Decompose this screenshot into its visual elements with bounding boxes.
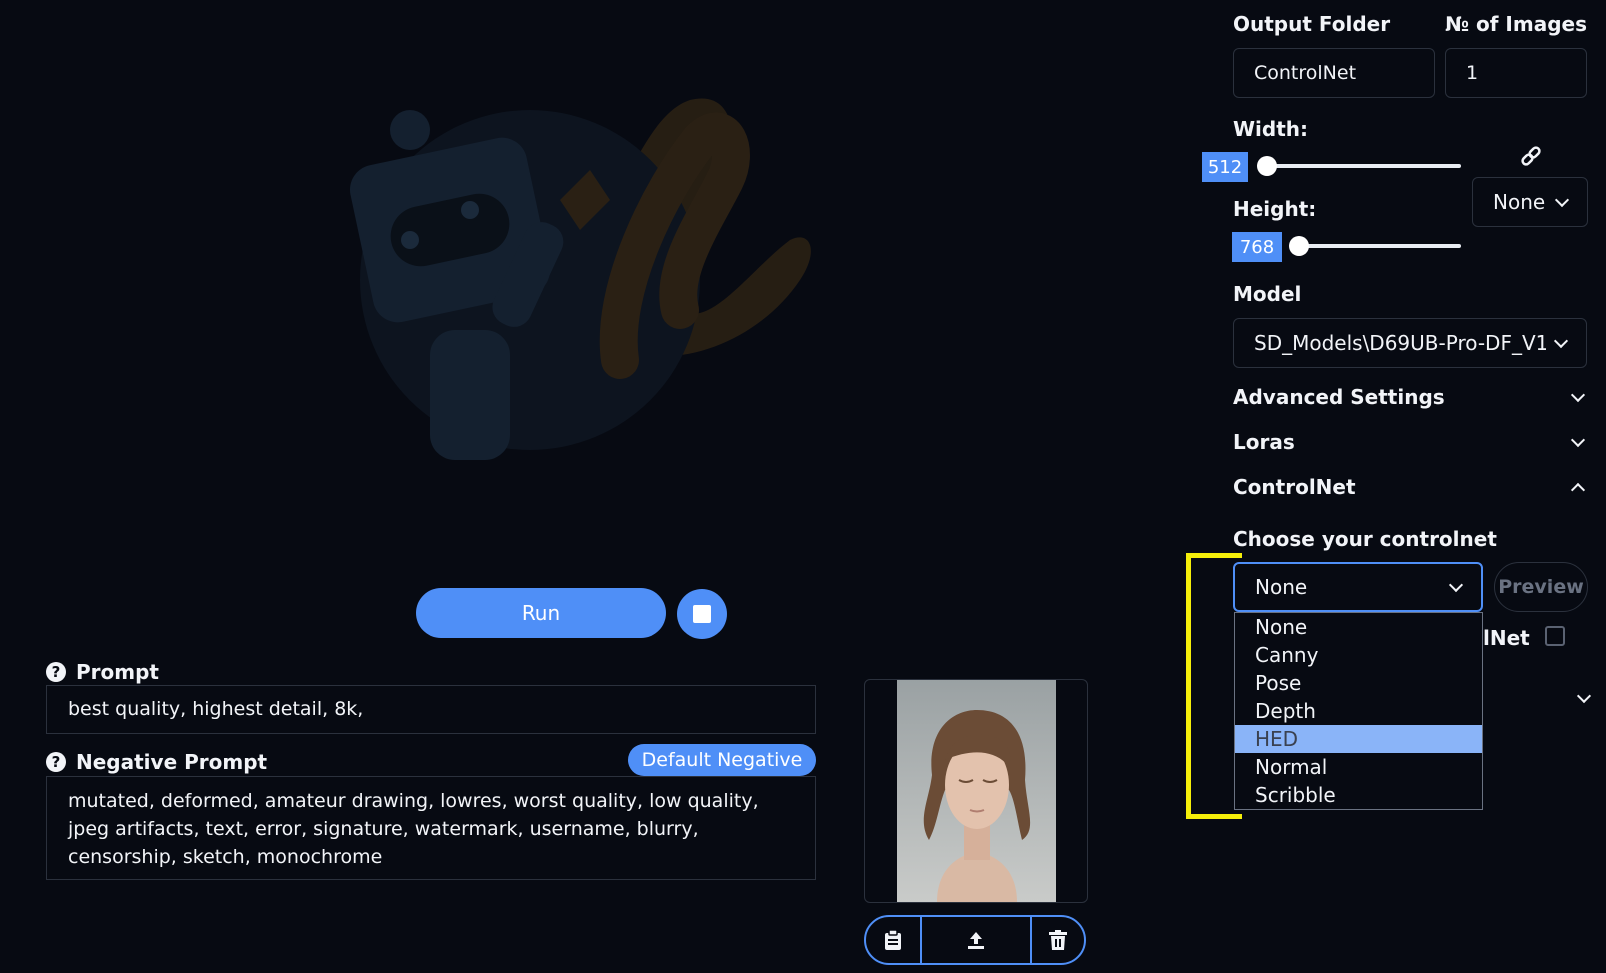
model-select[interactable]: SD_Models\D69UB-Pro-DF_V1-4. (1233, 318, 1587, 368)
input-image-frame[interactable] (864, 679, 1088, 903)
dropdown-option-scribble[interactable]: Scribble (1235, 781, 1482, 809)
logo-eye-left (401, 231, 419, 249)
clipboard-icon (885, 930, 901, 950)
chevron-down-icon (1554, 192, 1570, 207)
width-slider-track[interactable] (1265, 164, 1461, 168)
image-toolbar (864, 915, 1086, 965)
num-images-label: № of Images (1445, 12, 1587, 36)
controlnet-select-value: None (1255, 575, 1308, 599)
aspect-ratio-select[interactable]: None (1472, 177, 1588, 227)
logo-antenna (390, 110, 430, 150)
height-slider-track[interactable] (1295, 244, 1461, 248)
model-label: Model (1233, 282, 1302, 306)
loras-section[interactable]: Loras (1233, 430, 1586, 454)
negative-label-row: ? Negative Prompt (46, 750, 267, 774)
logo-eye-right (461, 201, 479, 219)
highlight-marker (1186, 553, 1242, 819)
choose-controlnet-label: Choose your controlnet (1233, 527, 1497, 551)
model-value: SD_Models\D69UB-Pro-DF_V1-4. (1254, 331, 1546, 355)
advanced-settings-label: Advanced Settings (1233, 385, 1445, 409)
dropdown-option-canny[interactable]: Canny (1235, 641, 1482, 669)
portrait-image (897, 680, 1056, 902)
delete-image-button[interactable] (1032, 917, 1084, 963)
run-button[interactable]: Run (416, 588, 666, 638)
negative-prompt-input[interactable]: mutated, deformed, amateur drawing, lowr… (46, 776, 816, 880)
dropdown-option-pose[interactable]: Pose (1235, 669, 1482, 697)
controlnet-label: ControlNet (1233, 475, 1356, 499)
negative-prompt-label: Negative Prompt (76, 750, 268, 774)
help-icon[interactable]: ? (46, 662, 66, 682)
link-icon[interactable] (1520, 146, 1542, 168)
chevron-down-icon (1570, 387, 1586, 402)
chevron-down-icon (1553, 333, 1569, 348)
preview-button[interactable]: Preview (1494, 562, 1588, 612)
controlnet-select[interactable]: None (1233, 562, 1483, 612)
logo-robot-body (430, 330, 510, 460)
dropdown-option-none[interactable]: None (1235, 613, 1482, 641)
controlnet-option-label: lNet (1483, 626, 1530, 650)
chevron-down-icon (1448, 577, 1464, 592)
stop-button[interactable] (677, 589, 727, 639)
help-icon[interactable]: ? (46, 752, 66, 772)
width-slider-thumb[interactable] (1257, 156, 1277, 176)
width-label: Width: (1233, 117, 1309, 141)
app-logo (349, 98, 811, 460)
height-label: Height: (1233, 197, 1317, 221)
aspect-ratio-value: None (1493, 190, 1546, 214)
prompt-label-row: ? Prompt (46, 660, 159, 684)
upload-button[interactable] (922, 917, 1032, 963)
loras-label: Loras (1233, 430, 1295, 454)
chevron-down-icon (1570, 432, 1586, 447)
advanced-settings-section[interactable]: Advanced Settings (1233, 385, 1586, 409)
dropdown-option-depth[interactable]: Depth (1235, 697, 1482, 725)
width-value: 512 (1202, 152, 1248, 182)
default-negative-button[interactable]: Default Negative (628, 744, 816, 776)
height-value: 768 (1232, 232, 1282, 262)
output-folder-label: Output Folder (1233, 12, 1391, 36)
paste-button[interactable] (866, 917, 922, 963)
dropdown-option-hed[interactable]: HED (1235, 725, 1482, 753)
controlnet-section[interactable]: ControlNet (1233, 475, 1586, 499)
output-folder-input[interactable]: ControlNet (1233, 48, 1435, 98)
controlnet-dropdown: None Canny Pose Depth HED Normal Scribbl… (1234, 612, 1483, 810)
height-slider-thumb[interactable] (1289, 236, 1309, 256)
dropdown-option-normal[interactable]: Normal (1235, 753, 1482, 781)
stop-icon (693, 605, 711, 623)
prompt-label: Prompt (76, 660, 159, 684)
num-images-input[interactable]: 1 (1445, 48, 1587, 98)
chevron-down-icon[interactable] (1576, 688, 1592, 704)
prompt-input[interactable]: best quality, highest detail, 8k, (46, 685, 816, 734)
controlnet-checkbox[interactable] (1545, 626, 1565, 646)
upload-icon (968, 932, 984, 949)
trash-icon (1049, 930, 1067, 950)
chevron-up-icon (1570, 482, 1586, 497)
